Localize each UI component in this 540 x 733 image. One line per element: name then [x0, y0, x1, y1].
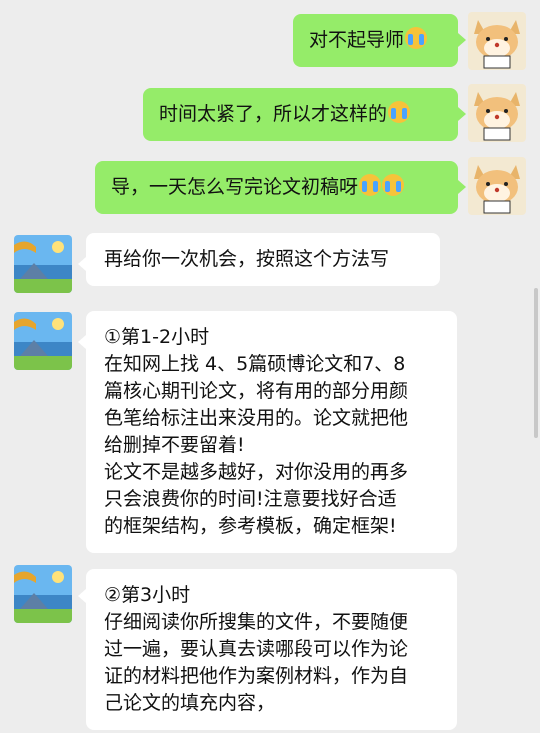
landscape-icon: [14, 312, 72, 370]
bubble-tail: [78, 335, 86, 349]
message-text: 时间太紧了，所以才这样的: [159, 103, 388, 125]
bubble-tail: [458, 107, 466, 121]
landscape-icon: [14, 565, 72, 623]
message-line: 篇核心期刊论文，将有用的部分用颜: [104, 380, 409, 402]
cry-emoji-icon: [359, 174, 382, 196]
message-line: 在知网上找 4、5篇硕博论文和7、8: [104, 353, 406, 375]
message-line: 给删掉不要留着!: [104, 434, 245, 456]
message-line: 的框架结构，参考模板，确定框架!: [104, 515, 397, 537]
message-line: 己论文的填充内容，: [104, 692, 276, 714]
bubble-tail: [78, 589, 86, 603]
dog-avatar[interactable]: [468, 84, 526, 142]
message-line: 证的材料把他作为案例材料，作为自: [104, 665, 409, 687]
message-bubble[interactable]: ①第1-2小时 在知网上找 4、5篇硕博论文和7、8 篇核心期刊论文，将有用的部…: [86, 311, 457, 553]
message-line: 色笔给标注出来没用的。论文就把他: [104, 407, 409, 429]
cry-emoji-icon: [405, 27, 428, 49]
message-line: 论文不是越多越好，对你没用的再多: [104, 461, 409, 483]
shiba-dog-icon: [468, 12, 526, 70]
scrollbar[interactable]: [534, 288, 538, 438]
shiba-dog-icon: [468, 84, 526, 142]
landscape-icon: [14, 235, 72, 293]
message-text: 导，一天怎么写完论文初稿呀: [111, 176, 359, 198]
cry-emoji-icon: [382, 174, 405, 196]
message-bubble[interactable]: 导，一天怎么写完论文初稿呀: [95, 161, 458, 214]
message-line: ②第3小时: [104, 584, 191, 606]
bubble-tail: [78, 257, 86, 271]
message-line: ①第1-2小时: [104, 326, 210, 348]
message-bubble[interactable]: 对不起导师: [293, 14, 458, 67]
cry-emoji-icon: [388, 101, 411, 123]
shiba-dog-icon: [468, 157, 526, 215]
dog-avatar[interactable]: [468, 157, 526, 215]
message-bubble[interactable]: 时间太紧了，所以才这样的: [143, 88, 458, 141]
landscape-avatar[interactable]: [14, 312, 72, 370]
message-line: 仔细阅读你所搜集的文件，不要随便: [104, 611, 409, 633]
message-line: 过一遍，要认真去读哪段可以作为论: [104, 638, 409, 660]
landscape-avatar[interactable]: [14, 235, 72, 293]
message-bubble[interactable]: ②第3小时 仔细阅读你所搜集的文件，不要随便 过一遍，要认真去读哪段可以作为论 …: [86, 569, 457, 730]
landscape-avatar[interactable]: [14, 565, 72, 623]
message-line: 只会浪费你的时间!注意要找好合适: [104, 488, 397, 510]
message-text: 对不起导师: [309, 29, 405, 51]
bubble-tail: [458, 33, 466, 47]
dog-avatar[interactable]: [468, 12, 526, 70]
bubble-tail: [458, 180, 466, 194]
message-line: 再给你一次机会，按照这个方法写: [104, 248, 390, 270]
message-bubble[interactable]: 再给你一次机会，按照这个方法写: [86, 233, 440, 286]
